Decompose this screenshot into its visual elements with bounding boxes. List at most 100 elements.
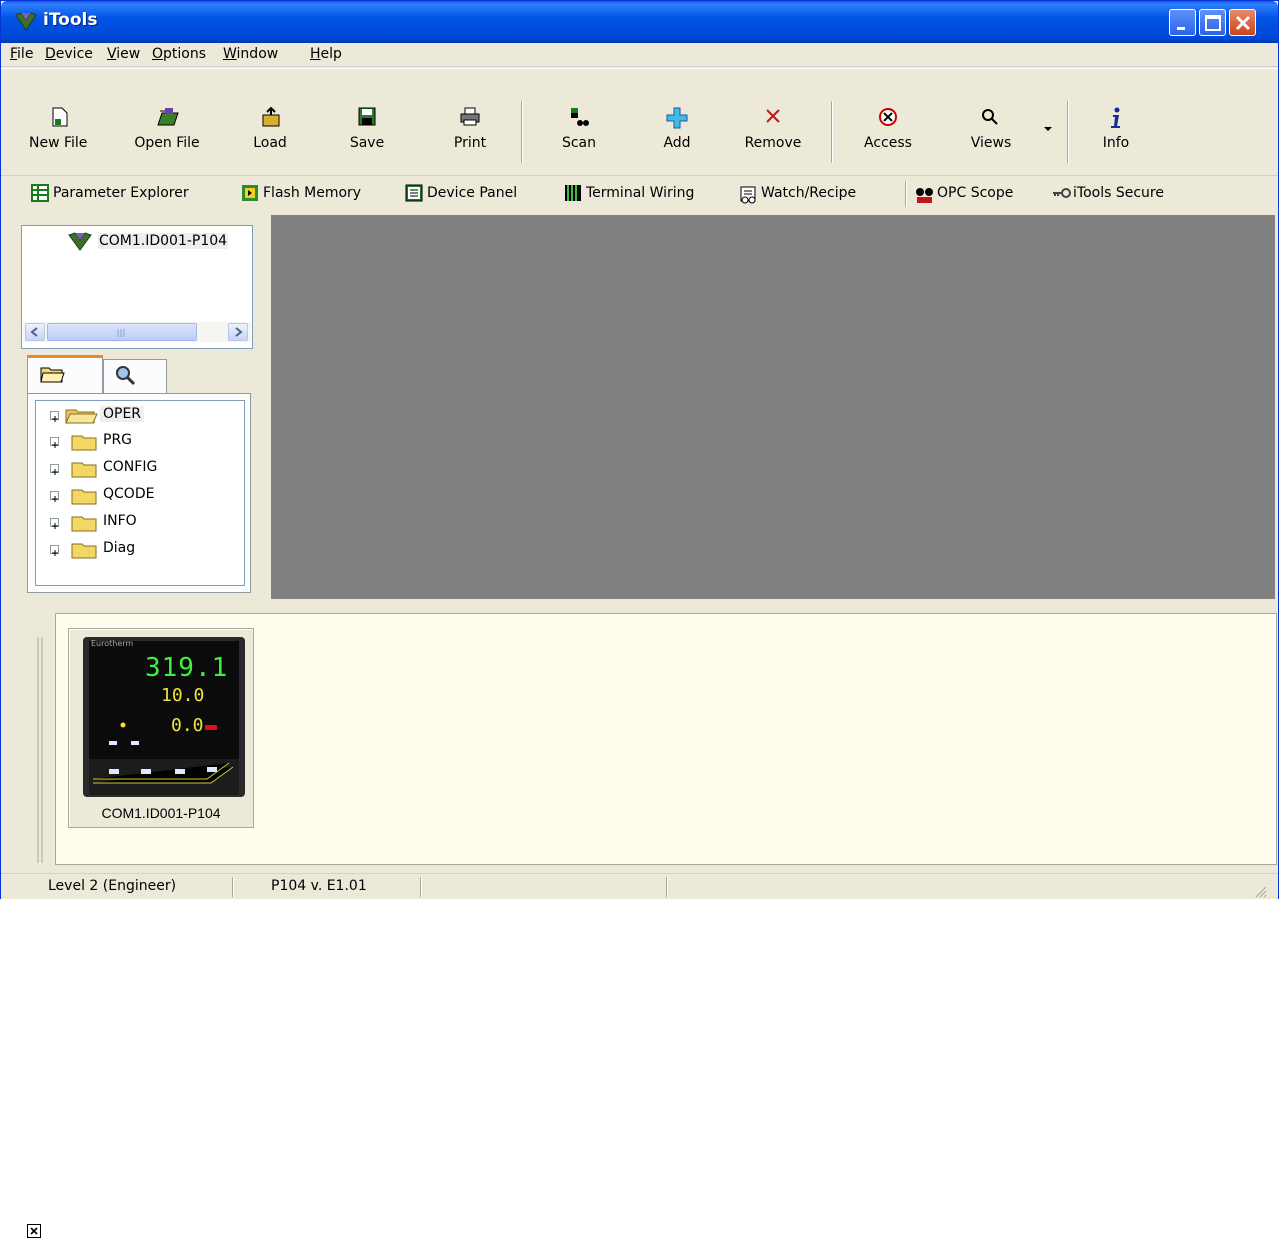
- device-tree[interactable]: COM1.ID001-P104: [21, 225, 253, 349]
- menu-window[interactable]: Window: [223, 46, 278, 62]
- open-file-icon: [157, 108, 179, 126]
- horizontal-scrollbar[interactable]: [23, 322, 251, 342]
- remove-button[interactable]: Remove: [736, 105, 810, 163]
- terminal-wiring-button[interactable]: Terminal Wiring: [564, 183, 724, 205]
- remove-icon: [766, 109, 780, 123]
- dropdown-arrow-icon: [1044, 127, 1052, 131]
- parameter-tree[interactable]: OPER PRG CONFIG QCODE INFO Diag: [35, 400, 245, 586]
- info-icon: [1111, 107, 1120, 128]
- folder-open-icon: [40, 367, 65, 383]
- toolbar-separator: [905, 181, 907, 207]
- flash-memory-button[interactable]: Flash Memory: [241, 183, 391, 205]
- watch-recipe-icon: [740, 186, 756, 204]
- info-button[interactable]: Info: [1091, 105, 1141, 163]
- grid-icon: [31, 184, 49, 202]
- magnifier-icon: [982, 109, 998, 125]
- grip-icon: [117, 329, 125, 337]
- brand-label: Eurotherm: [91, 639, 134, 648]
- close-button[interactable]: [1229, 9, 1256, 36]
- expand-icon[interactable]: [50, 545, 59, 556]
- opc-scope-button[interactable]: OPC Scope: [915, 183, 1045, 205]
- scroll-right-button[interactable]: [228, 323, 248, 341]
- binoculars-icon: [916, 188, 933, 203]
- menu-options[interactable]: Options: [152, 46, 206, 62]
- menu-file[interactable]: File: [10, 46, 33, 62]
- minimize-button[interactable]: [1169, 9, 1196, 36]
- panel-splitter[interactable]: [1, 599, 1278, 607]
- maximize-icon: [1205, 15, 1221, 31]
- sp2-display: 0.0: [171, 715, 204, 736]
- folder-icon: [71, 462, 97, 478]
- expand-icon[interactable]: [50, 491, 59, 502]
- chevron-left-icon: [30, 327, 38, 337]
- app-logo-icon: [15, 12, 37, 31]
- load-icon: [262, 107, 280, 127]
- access-button[interactable]: Access: [853, 105, 923, 163]
- views-button[interactable]: Views: [956, 105, 1026, 163]
- toolbar-separator: [521, 101, 523, 163]
- open-file-button[interactable]: Open File: [129, 105, 205, 163]
- save-icon: [358, 107, 376, 126]
- menu-help[interactable]: Help: [310, 46, 342, 62]
- folder-icon: [71, 516, 97, 532]
- device-panel-button[interactable]: Device Panel: [405, 183, 545, 205]
- folder-open-icon: [65, 409, 98, 424]
- new-file-icon: [52, 107, 68, 127]
- menu-device[interactable]: Device: [45, 46, 93, 62]
- add-icon: [666, 107, 688, 129]
- load-button[interactable]: Load: [241, 105, 299, 163]
- save-button[interactable]: Save: [341, 105, 393, 163]
- expand-icon[interactable]: [50, 464, 59, 475]
- views-dropdown[interactable]: [1041, 105, 1055, 163]
- itools-secure-button[interactable]: iTools Secure: [1051, 183, 1203, 205]
- find-icon: [116, 366, 136, 386]
- flash-memory-icon: [242, 185, 258, 201]
- print-button[interactable]: Print: [441, 105, 499, 163]
- resize-grip-icon[interactable]: [1253, 884, 1267, 898]
- scroll-thumb[interactable]: [47, 323, 197, 341]
- close-icon: [30, 1227, 38, 1235]
- folder-icon: [71, 435, 97, 451]
- toolbar-separator: [1067, 101, 1069, 163]
- expand-icon[interactable]: [50, 437, 59, 448]
- close-panel-button[interactable]: [27, 1224, 41, 1238]
- scroll-left-button[interactable]: [25, 323, 45, 341]
- toolbar-separator: [831, 101, 833, 163]
- status-divider: [420, 877, 422, 897]
- dock-grip[interactable]: [35, 637, 47, 863]
- menu-bar: File Device View Options Window Help: [1, 43, 1278, 67]
- device-caption: COM1.ID001-P104: [101, 805, 221, 821]
- expand-icon[interactable]: [50, 518, 59, 529]
- parameter-explorer-button[interactable]: Parameter Explorer: [31, 183, 223, 205]
- device-panel-icon: [405, 184, 423, 202]
- new-file-button[interactable]: New File: [29, 105, 87, 163]
- status-divider: [232, 877, 234, 897]
- device-node[interactable]: COM1.ID001-P104: [98, 233, 229, 249]
- tab-find[interactable]: [103, 359, 167, 395]
- expand-icon[interactable]: [50, 411, 59, 422]
- maximize-button[interactable]: [1199, 9, 1226, 36]
- menu-view[interactable]: View: [107, 46, 140, 62]
- access-icon: [879, 108, 897, 126]
- workspace-area[interactable]: [271, 215, 1275, 599]
- sp1-display: 10.0: [161, 685, 205, 706]
- status-version: P104 v. E1.01: [271, 878, 367, 894]
- status-bar: Level 2 (Engineer) P104 v. E1.01: [1, 873, 1278, 899]
- device-card[interactable]: Eurotherm 319.1 10.0 0.0 COM1.ID001-P104: [68, 628, 254, 828]
- tab-browse[interactable]: [27, 355, 103, 395]
- device-icon: [68, 232, 92, 251]
- title-bar[interactable]: iTools: [1, 1, 1278, 43]
- terminal-wiring-icon: [565, 185, 581, 201]
- window-title: iTools: [43, 10, 98, 30]
- watch-recipe-button[interactable]: Watch/Recipe: [739, 183, 889, 205]
- status-divider: [666, 877, 668, 897]
- minimize-icon: [1177, 27, 1185, 30]
- close-icon: [1235, 15, 1251, 31]
- scan-button[interactable]: Scan: [551, 105, 607, 163]
- print-icon: [460, 107, 480, 126]
- add-button[interactable]: Add: [653, 105, 701, 163]
- scan-icon: [571, 108, 589, 126]
- chevron-right-icon: [235, 327, 243, 337]
- key-icon: [1053, 188, 1071, 198]
- folder-icon: [71, 543, 97, 559]
